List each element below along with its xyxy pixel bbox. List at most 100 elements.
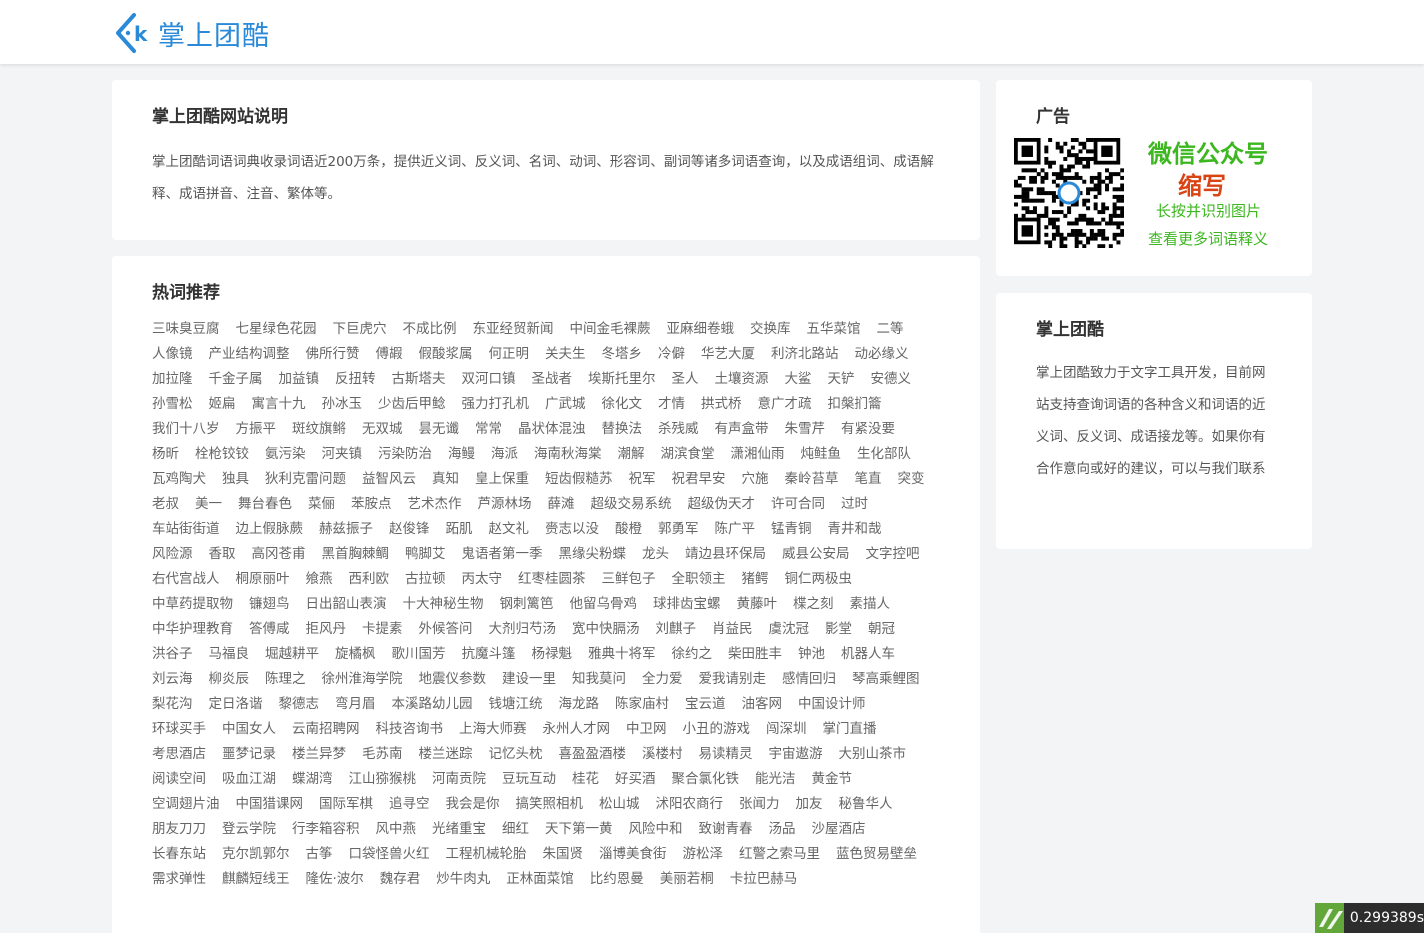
hot-word-link[interactable]: 毛苏南 xyxy=(362,742,403,767)
hot-word-link[interactable]: 右代宫战人 xyxy=(152,567,220,592)
hot-word-link[interactable]: 淄博美食街 xyxy=(599,842,667,867)
hot-word-link[interactable]: 假酸浆属 xyxy=(419,342,473,367)
hot-word-link[interactable]: 徐州淮海学院 xyxy=(322,667,403,692)
hot-word-link[interactable]: 动必缘义 xyxy=(855,342,909,367)
hot-word-link[interactable]: 我会是你 xyxy=(446,792,500,817)
hot-word-link[interactable]: 风险中和 xyxy=(629,817,683,842)
hot-word-link[interactable]: 杀残威 xyxy=(658,417,699,442)
hot-word-link[interactable]: 松山城 xyxy=(599,792,640,817)
hot-word-link[interactable]: 跖肌 xyxy=(446,517,473,542)
hot-word-link[interactable]: 正林面菜馆 xyxy=(506,867,574,892)
hot-word-link[interactable]: 喜盈盈酒楼 xyxy=(559,742,627,767)
hot-word-link[interactable]: 梨花沟 xyxy=(152,692,193,717)
hot-word-link[interactable]: 千金子属 xyxy=(209,367,263,392)
hot-word-link[interactable]: 油客网 xyxy=(742,692,783,717)
hot-word-link[interactable]: 抗魔斗篷 xyxy=(462,642,516,667)
hot-word-link[interactable]: 陈家庙村 xyxy=(615,692,669,717)
hot-word-link[interactable]: 利济北路站 xyxy=(771,342,839,367)
hot-word-link[interactable]: 豆玩互动 xyxy=(502,767,556,792)
hot-word-link[interactable]: 狄利克雷问题 xyxy=(265,467,346,492)
hot-word-link[interactable]: 素描人 xyxy=(850,592,891,617)
hot-word-link[interactable]: 科技咨询书 xyxy=(376,717,444,742)
hot-word-link[interactable]: 朋友刀刀 xyxy=(152,817,206,842)
hot-word-link[interactable]: 钢刺篱笆 xyxy=(500,592,554,617)
hot-word-link[interactable]: 湖滨食堂 xyxy=(661,442,715,467)
hot-word-link[interactable]: 潇湘仙雨 xyxy=(731,442,785,467)
hot-word-link[interactable]: 意广才疏 xyxy=(758,392,812,417)
hot-word-link[interactable]: 傅嘏 xyxy=(376,342,403,367)
hot-word-link[interactable]: 晶状体混浊 xyxy=(518,417,586,442)
hot-word-link[interactable]: 天下第一黄 xyxy=(545,817,613,842)
hot-word-link[interactable]: 肖益民 xyxy=(712,617,753,642)
hot-word-link[interactable]: 舞台春色 xyxy=(238,492,292,517)
hot-word-link[interactable]: 宽中快膈汤 xyxy=(572,617,640,642)
hot-word-link[interactable]: 桐原丽叶 xyxy=(236,567,290,592)
hot-word-link[interactable]: 超级伪天才 xyxy=(688,492,756,517)
hot-word-link[interactable]: 昙无谶 xyxy=(419,417,460,442)
hot-word-link[interactable]: 冷僻 xyxy=(658,342,685,367)
hot-word-link[interactable]: 河夹镇 xyxy=(322,442,363,467)
hot-word-link[interactable]: 刘麒子 xyxy=(656,617,697,642)
hot-word-link[interactable]: 陈广平 xyxy=(715,517,756,542)
hot-word-link[interactable]: 朱国贤 xyxy=(543,842,584,867)
hot-word-link[interactable]: 铜仁两极虫 xyxy=(785,567,853,592)
hot-word-link[interactable]: 赵文礼 xyxy=(489,517,530,542)
hot-word-link[interactable]: 少齿后甲鲶 xyxy=(378,392,446,417)
hot-word-link[interactable]: 大剂归芍汤 xyxy=(489,617,557,642)
hot-word-link[interactable]: 车站街街道 xyxy=(152,517,220,542)
hot-word-link[interactable]: 古斯塔夫 xyxy=(392,367,446,392)
hot-word-link[interactable]: 口袋怪兽火红 xyxy=(349,842,430,867)
hot-word-link[interactable]: 西利欧 xyxy=(349,567,390,592)
hot-word-link[interactable]: 黑缘尖粉蝶 xyxy=(559,542,627,567)
hot-word-link[interactable]: 强力打孔机 xyxy=(462,392,530,417)
hot-word-link[interactable]: 掌门直播 xyxy=(823,717,877,742)
hot-word-link[interactable]: 风中燕 xyxy=(376,817,417,842)
hot-word-link[interactable]: 克尔凯郭尔 xyxy=(222,842,290,867)
hot-word-link[interactable]: 无双城 xyxy=(362,417,403,442)
hot-word-link[interactable]: 致谢青春 xyxy=(699,817,753,842)
hot-word-link[interactable]: 寓言十九 xyxy=(252,392,306,417)
hot-word-link[interactable]: 游松泽 xyxy=(683,842,724,867)
hot-word-link[interactable]: 老叔 xyxy=(152,492,179,517)
hot-word-link[interactable]: 桂花 xyxy=(572,767,599,792)
hot-word-link[interactable]: 才情 xyxy=(658,392,685,417)
hot-word-link[interactable]: 洪谷子 xyxy=(152,642,193,667)
hot-word-link[interactable]: 噩梦记录 xyxy=(222,742,276,767)
hot-word-link[interactable]: 球排齿宝螺 xyxy=(653,592,721,617)
hot-word-link[interactable]: 影堂 xyxy=(825,617,852,642)
hot-word-link[interactable]: 钱塘江统 xyxy=(489,692,543,717)
hot-word-link[interactable]: 国际军棋 xyxy=(319,792,373,817)
hot-word-link[interactable]: 汤品 xyxy=(769,817,796,842)
hot-word-link[interactable]: 天铲 xyxy=(828,367,855,392)
hot-word-link[interactable]: 姬扁 xyxy=(209,392,236,417)
hot-word-link[interactable]: 祝军 xyxy=(629,467,656,492)
hot-word-link[interactable]: 易读精灵 xyxy=(699,742,753,767)
hot-word-link[interactable]: 威县公安局 xyxy=(782,542,850,567)
hot-word-link[interactable]: 外候答问 xyxy=(419,617,473,642)
hot-word-link[interactable]: 朝冠 xyxy=(868,617,895,642)
hot-word-link[interactable]: 真知 xyxy=(432,467,459,492)
hot-word-link[interactable]: 本溪路幼儿园 xyxy=(392,692,473,717)
hot-word-link[interactable]: 我们十八岁 xyxy=(152,417,220,442)
hot-word-link[interactable]: 文字控吧 xyxy=(866,542,920,567)
hot-word-link[interactable]: 三鲜包子 xyxy=(602,567,656,592)
hot-word-link[interactable]: 比约恩曼 xyxy=(590,867,644,892)
hot-word-link[interactable]: 美丽若桐 xyxy=(660,867,714,892)
hot-word-link[interactable]: 替换法 xyxy=(602,417,643,442)
hot-word-link[interactable]: 全力爱 xyxy=(642,667,683,692)
hot-word-link[interactable]: 鬼语者第一季 xyxy=(462,542,543,567)
hot-word-link[interactable]: 产业结构调整 xyxy=(209,342,290,367)
site-logo[interactable]: k 掌上团酷 xyxy=(114,10,270,56)
hot-word-link[interactable]: 五华菜馆 xyxy=(807,317,861,342)
hot-word-link[interactable]: 闯深圳 xyxy=(766,717,807,742)
hot-word-link[interactable]: 歌川国芳 xyxy=(392,642,446,667)
hot-word-link[interactable]: 徐约之 xyxy=(672,642,713,667)
hot-word-link[interactable]: 阅读空间 xyxy=(152,767,206,792)
hot-word-link[interactable]: 东亚经贸新闻 xyxy=(473,317,554,342)
hot-word-link[interactable]: 加拉隆 xyxy=(152,367,193,392)
hot-word-link[interactable]: 边上假脉蕨 xyxy=(236,517,304,542)
hot-word-link[interactable]: 赫兹振子 xyxy=(319,517,373,542)
hot-word-link[interactable]: 生化部队 xyxy=(857,442,911,467)
hot-word-link[interactable]: 有声盒带 xyxy=(715,417,769,442)
hot-word-link[interactable]: 酸橙 xyxy=(615,517,642,542)
